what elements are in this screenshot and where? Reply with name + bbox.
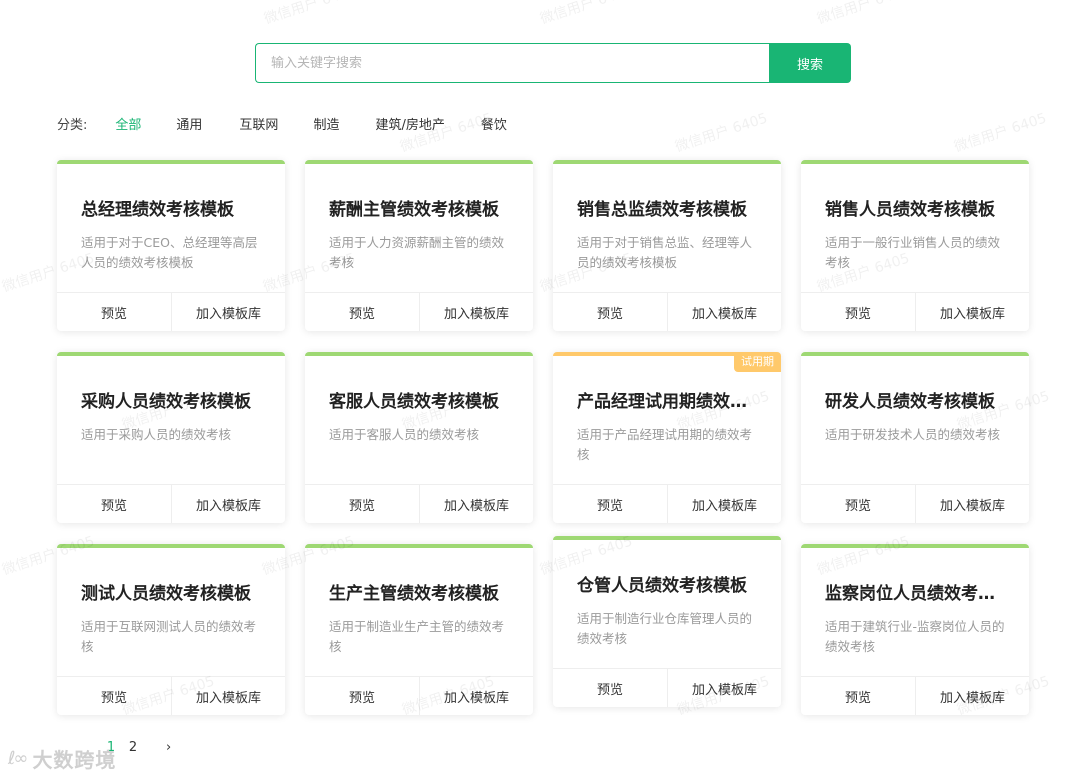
template-card[interactable]: 客服人员绩效考核模板 适用于客服人员的绩效考核 预览 加入模板库 [305, 352, 533, 523]
add-to-library-button[interactable]: 加入模板库 [668, 669, 781, 707]
preview-button[interactable]: 预览 [305, 677, 420, 715]
preview-button[interactable]: 预览 [553, 669, 668, 707]
add-to-library-button[interactable]: 加入模板库 [668, 293, 781, 331]
template-card[interactable]: 销售总监绩效考核模板 适用于对于销售总监、经理等人员的绩效考核模板 预览 加入模… [553, 160, 781, 331]
card-title: 监察岗位人员绩效考核模板 [825, 584, 1009, 604]
trial-period-badge: 试用期 [734, 356, 781, 372]
template-card[interactable]: 试用期 产品经理试用期绩效考核模板 适用于产品经理试用期的绩效考核 预览 加入模… [553, 352, 781, 523]
card-description: 适用于对于CEO、总经理等高层人员的绩效考核模板 [81, 235, 258, 270]
add-to-library-button[interactable]: 加入模板库 [420, 293, 533, 331]
add-to-library-button[interactable]: 加入模板库 [668, 485, 781, 523]
preview-button[interactable]: 预览 [553, 485, 668, 523]
category-internet[interactable]: 互联网 [239, 114, 278, 133]
brand-mark-icon: ℓ∞ [8, 748, 28, 769]
template-card[interactable]: 监察岗位人员绩效考核模板 适用于建筑行业-监察岗位人员的绩效考核 预览 加入模板… [801, 544, 1029, 715]
card-title: 薪酬主管绩效考核模板 [329, 200, 499, 220]
category-filter: 分类: 全部 通用 互联网 制造 建筑/房地产 餐饮 [57, 113, 507, 133]
watermark: 微信用户 6405 [262, 0, 359, 28]
card-description: 适用于一般行业销售人员的绩效考核 [825, 235, 1001, 270]
card-actions: 预览 加入模板库 [553, 484, 781, 523]
template-card[interactable]: 采购人员绩效考核模板 适用于采购人员的绩效考核 预览 加入模板库 [57, 352, 285, 523]
card-actions: 预览 加入模板库 [57, 484, 285, 523]
template-card[interactable]: 销售人员绩效考核模板 适用于一般行业销售人员的绩效考核 预览 加入模板库 [801, 160, 1029, 331]
preview-button[interactable]: 预览 [57, 485, 172, 523]
category-general[interactable]: 通用 [176, 114, 202, 133]
category-construction-realestate[interactable]: 建筑/房地产 [375, 114, 444, 133]
template-card[interactable]: 仓管人员绩效考核模板 适用于制造行业仓库管理人员的绩效考核 预览 加入模板库 [553, 536, 781, 707]
card-description: 适用于客服人员的绩效考核 [329, 427, 480, 442]
card-description: 适用于研发技术人员的绩效考核 [825, 427, 1001, 442]
template-card[interactable]: 总经理绩效考核模板 适用于对于CEO、总经理等高层人员的绩效考核模板 预览 加入… [57, 160, 285, 331]
card-actions: 预览 加入模板库 [801, 292, 1029, 331]
card-description: 适用于互联网测试人员的绩效考核 [81, 619, 257, 654]
card-description: 适用于建筑行业-监察岗位人员的绩效考核 [825, 619, 1005, 654]
card-title: 客服人员绩效考核模板 [329, 392, 499, 412]
add-to-library-button[interactable]: 加入模板库 [420, 677, 533, 715]
card-title: 销售总监绩效考核模板 [577, 200, 747, 220]
card-title: 总经理绩效考核模板 [81, 200, 234, 220]
add-to-library-button[interactable]: 加入模板库 [916, 293, 1029, 331]
card-title: 产品经理试用期绩效考核模板 [577, 392, 761, 412]
add-to-library-button[interactable]: 加入模板库 [916, 677, 1029, 715]
watermark: 微信用户 6405 [815, 0, 912, 28]
add-to-library-button[interactable]: 加入模板库 [916, 485, 1029, 523]
card-actions: 预览 加入模板库 [553, 292, 781, 331]
brand-logo: ℓ∞ 大数跨境 [8, 744, 116, 773]
card-title: 采购人员绩效考核模板 [81, 392, 251, 412]
preview-button[interactable]: 预览 [801, 293, 916, 331]
watermark: 微信用户 6405 [673, 110, 770, 156]
preview-button[interactable]: 预览 [57, 677, 172, 715]
add-to-library-button[interactable]: 加入模板库 [172, 677, 285, 715]
card-title: 销售人员绩效考核模板 [825, 200, 995, 220]
brand-logo-text: 大数跨境 [32, 748, 117, 772]
preview-button[interactable]: 预览 [305, 293, 420, 331]
card-actions: 预览 加入模板库 [801, 676, 1029, 715]
template-card[interactable]: 测试人员绩效考核模板 适用于互联网测试人员的绩效考核 预览 加入模板库 [57, 544, 285, 715]
card-description: 适用于对于销售总监、经理等人员的绩效考核模板 [577, 235, 753, 270]
card-actions: 预览 加入模板库 [553, 668, 781, 707]
preview-button[interactable]: 预览 [305, 485, 420, 523]
card-title: 研发人员绩效考核模板 [825, 392, 995, 412]
preview-button[interactable]: 预览 [801, 485, 916, 523]
card-actions: 预览 加入模板库 [305, 292, 533, 331]
card-title: 仓管人员绩效考核模板 [577, 576, 747, 596]
card-actions: 预览 加入模板库 [801, 484, 1029, 523]
card-title: 生产主管绩效考核模板 [329, 584, 499, 604]
card-description: 适用于人力资源薪酬主管的绩效考核 [329, 235, 505, 270]
watermark: 微信用户 6405 [952, 110, 1049, 156]
preview-button[interactable]: 预览 [801, 677, 916, 715]
category-catering[interactable]: 餐饮 [481, 114, 507, 133]
preview-button[interactable]: 预览 [553, 293, 668, 331]
add-to-library-button[interactable]: 加入模板库 [172, 293, 285, 331]
card-actions: 预览 加入模板库 [305, 484, 533, 523]
watermark: 微信用户 6405 [538, 0, 635, 28]
search-bar: 搜索 [255, 43, 851, 83]
add-to-library-button[interactable]: 加入模板库 [172, 485, 285, 523]
card-title: 测试人员绩效考核模板 [81, 584, 251, 604]
card-description: 适用于制造行业仓库管理人员的绩效考核 [577, 611, 753, 646]
card-actions: 预览 加入模板库 [57, 676, 285, 715]
add-to-library-button[interactable]: 加入模板库 [420, 485, 533, 523]
card-description: 适用于产品经理试用期的绩效考核 [577, 427, 753, 462]
page-2-button[interactable]: 2 [122, 740, 144, 755]
search-input[interactable] [255, 43, 769, 83]
card-description: 适用于制造业生产主管的绩效考核 [329, 619, 505, 654]
card-actions: 预览 加入模板库 [305, 676, 533, 715]
preview-button[interactable]: 预览 [57, 293, 172, 331]
template-card[interactable]: 生产主管绩效考核模板 适用于制造业生产主管的绩效考核 预览 加入模板库 [305, 544, 533, 715]
category-label: 分类: [57, 117, 88, 133]
template-card[interactable]: 薪酬主管绩效考核模板 适用于人力资源薪酬主管的绩效考核 预览 加入模板库 [305, 160, 533, 331]
category-all[interactable]: 全部 [115, 114, 141, 133]
chevron-right-icon[interactable]: › [166, 740, 171, 755]
card-actions: 预览 加入模板库 [57, 292, 285, 331]
search-button[interactable]: 搜索 [769, 43, 851, 83]
template-card[interactable]: 研发人员绩效考核模板 适用于研发技术人员的绩效考核 预览 加入模板库 [801, 352, 1029, 523]
category-manufacturing[interactable]: 制造 [313, 114, 339, 133]
card-description: 适用于采购人员的绩效考核 [81, 427, 232, 442]
